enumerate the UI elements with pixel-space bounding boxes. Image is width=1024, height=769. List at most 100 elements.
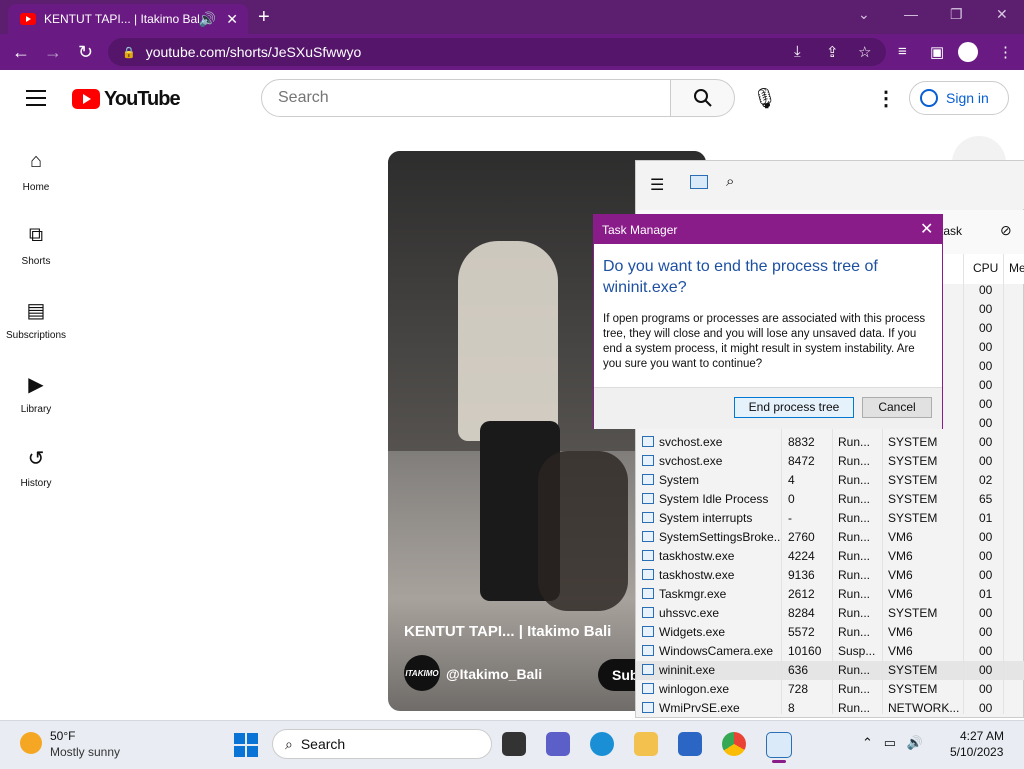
process-name-cell: winlogon.exe xyxy=(659,682,730,696)
table-row[interactable]: Taskmgr.exe 2612 Run... VM6 01 xyxy=(636,585,1024,604)
cpu-cell: 00 xyxy=(979,663,993,677)
table-row[interactable]: taskhostw.exe 9136 Run... VM6 00 xyxy=(636,566,1024,585)
edge-browser-icon[interactable] xyxy=(590,732,614,756)
youtube-logo-icon[interactable] xyxy=(72,89,100,109)
table-row[interactable]: Widgets.exe 5572 Run... VM6 00 xyxy=(636,623,1024,642)
channel-name[interactable]: @Itakimo_Bali xyxy=(446,666,542,682)
cpu-cell: 00 xyxy=(979,283,993,297)
user-cell: SYSTEM xyxy=(888,473,938,487)
profile-avatar-icon[interactable] xyxy=(958,42,978,62)
weather-sun-icon[interactable] xyxy=(20,732,42,754)
file-explorer-icon[interactable] xyxy=(634,732,658,756)
table-row[interactable]: wininit.exe 636 Run... SYSTEM 00 xyxy=(636,661,1024,680)
tab-search-icon[interactable]: ⌄ xyxy=(858,6,870,23)
teams-chat-icon[interactable] xyxy=(546,732,570,756)
sidebar-item-label: History xyxy=(20,478,52,489)
browser-menu-icon[interactable]: ⋮ xyxy=(998,43,1013,61)
url-text: youtube.com/shorts/JeSXuSfwwyo xyxy=(145,44,362,60)
clock-date[interactable]: 5/10/2023 xyxy=(950,745,1003,759)
process-icon xyxy=(642,664,654,675)
search-icon[interactable]: ⌕ xyxy=(726,173,734,190)
microphone-icon[interactable]: 🎙 xyxy=(752,86,777,111)
table-row[interactable]: svchost.exe 8472 Run... SYSTEM 00 xyxy=(636,452,1024,471)
sidebar-item-library[interactable]: ▶ Library xyxy=(0,372,72,415)
dialog-question: Do you want to end the process tree of w… xyxy=(603,258,878,296)
person-icon xyxy=(920,89,938,107)
table-row[interactable]: uhssvc.exe 8284 Run... SYSTEM 00 xyxy=(636,604,1024,623)
share-icon[interactable]: ⇪ xyxy=(826,43,839,61)
cpu-cell: 00 xyxy=(979,625,993,639)
table-row[interactable]: WmiPrvSE.exe 8 Run... NETWORK... 00 xyxy=(636,699,1024,718)
table-row[interactable]: svchost.exe 8832 Run... SYSTEM 00 xyxy=(636,433,1024,452)
hamburger-menu-icon[interactable] xyxy=(26,90,46,106)
table-row[interactable]: WindowsCamera.exe 10160 Susp... VM6 00 xyxy=(636,642,1024,661)
status-cell: Run... xyxy=(838,606,871,620)
taskbar-search[interactable]: ⌕ Search xyxy=(272,729,492,759)
restore-button[interactable]: ❐ xyxy=(950,6,963,23)
side-panel-icon[interactable]: ▣ xyxy=(930,43,944,61)
dialog-title: Task Manager xyxy=(602,223,678,237)
cpu-cell: 00 xyxy=(979,454,993,468)
pid-cell: 4224 xyxy=(788,549,815,563)
table-row[interactable]: taskhostw.exe 4224 Run... VM6 00 xyxy=(636,547,1024,566)
forward-button[interactable]: → xyxy=(44,42,62,63)
sidebar-item-history[interactable]: ↺ History xyxy=(0,446,72,489)
sign-in-button[interactable]: Sign in xyxy=(909,81,1009,115)
sidebar-item-subscriptions[interactable]: ▤ Subscriptions xyxy=(0,298,72,341)
cpu-cell: 02 xyxy=(979,473,993,487)
cancel-button[interactable]: Cancel xyxy=(862,397,932,418)
taskbar-search-label: Search xyxy=(300,736,346,752)
sidebar-item-shorts[interactable]: ⧉ Shorts xyxy=(0,224,72,267)
process-icon xyxy=(642,550,654,561)
table-row[interactable]: winlogon.exe 728 Run... SYSTEM 00 xyxy=(636,680,1024,699)
cpu-cell: 00 xyxy=(979,568,993,582)
weather-description[interactable]: Mostly sunny xyxy=(50,745,120,759)
media-control-icon[interactable]: ≡ xyxy=(898,43,907,60)
cpu-cell: 00 xyxy=(979,416,993,430)
search-button[interactable] xyxy=(671,79,735,117)
system-tray-icons[interactable]: ⌃ ▭ 🔊 xyxy=(862,735,923,751)
process-icon xyxy=(642,493,654,504)
settings-dots-icon[interactable]: ⋮ xyxy=(876,86,896,111)
table-row[interactable]: System 4 Run... SYSTEM 02 xyxy=(636,471,1024,490)
table-row[interactable]: System interrupts - Run... SYSTEM 01 xyxy=(636,509,1024,528)
search-input[interactable] xyxy=(261,79,671,117)
close-tab-icon[interactable]: ✕ xyxy=(226,11,238,28)
chrome-icon[interactable] xyxy=(722,732,746,756)
navigation-menu-icon[interactable]: ☰ xyxy=(650,175,664,195)
process-icon xyxy=(642,588,654,599)
browser-tab[interactable]: KENTUT TAPI... | Itakimo Bali 🔊 ✕ xyxy=(8,4,248,34)
clock-time[interactable]: 4:27 AM xyxy=(960,729,1004,743)
microsoft-store-icon[interactable] xyxy=(678,732,702,756)
start-button[interactable] xyxy=(234,733,258,757)
bookmark-star-icon[interactable]: ☆ xyxy=(858,43,871,61)
task-view-icon[interactable] xyxy=(502,732,526,756)
end-task-icon[interactable]: ⊘ xyxy=(1000,222,1012,239)
reload-button[interactable]: ↻ xyxy=(78,42,93,63)
column-memory[interactable]: Me xyxy=(1009,261,1024,275)
install-icon[interactable]: ⤓ xyxy=(794,43,801,60)
status-cell: Run... xyxy=(838,511,871,525)
address-bar[interactable]: 🔒 youtube.com/shorts/JeSXuSfwwyo xyxy=(108,38,886,66)
table-row[interactable]: SystemSettingsBroke... 2760 Run... VM6 00 xyxy=(636,528,1024,547)
speaker-icon[interactable]: 🔊 xyxy=(199,11,216,28)
channel-avatar[interactable]: ITAKIMO xyxy=(404,655,440,691)
status-cell: Run... xyxy=(838,663,871,677)
task-manager-taskbar-icon[interactable] xyxy=(766,732,792,758)
process-icon xyxy=(642,474,654,485)
pid-cell: 2760 xyxy=(788,530,815,544)
sidebar-item-home[interactable]: ⌂ Home xyxy=(0,150,72,193)
status-cell: Run... xyxy=(838,549,871,563)
minimize-button[interactable]: — xyxy=(904,6,918,22)
weather-temperature[interactable]: 50°F xyxy=(50,729,75,743)
back-button[interactable]: ← xyxy=(12,42,30,63)
new-tab-button[interactable]: + xyxy=(258,6,270,29)
youtube-logo-text[interactable]: YouTube xyxy=(104,88,181,111)
status-cell: Susp... xyxy=(838,644,876,658)
close-icon[interactable]: ✕ xyxy=(920,219,933,239)
close-window-button[interactable]: ✕ xyxy=(996,6,1008,23)
end-process-tree-button[interactable]: End process tree xyxy=(734,397,854,418)
process-name-cell: Widgets.exe xyxy=(659,625,726,639)
table-row[interactable]: System Idle Process 0 Run... SYSTEM 65 xyxy=(636,490,1024,509)
column-cpu[interactable]: CPU xyxy=(973,261,998,275)
